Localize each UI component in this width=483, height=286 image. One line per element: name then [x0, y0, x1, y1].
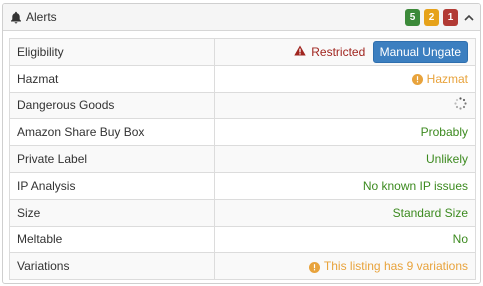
badge-green: 5 — [405, 9, 420, 26]
row-value: No known IP issues — [214, 171, 476, 200]
table-row: Amazon Share Buy Box Probably — [9, 118, 476, 147]
table-row: Eligibility Restricted Manual Ungate — [9, 38, 476, 66]
table-row: Variations This listing has 9 variations — [9, 252, 476, 281]
row-label: Dangerous Goods — [9, 91, 215, 120]
table-row: Size Standard Size — [9, 198, 476, 227]
row-value: Hazmat — [426, 71, 468, 86]
table-row: Meltable No — [9, 225, 476, 254]
loading-spinner-icon — [454, 97, 467, 113]
chevron-up-icon[interactable] — [463, 12, 475, 24]
row-value: Standard Size — [214, 198, 476, 227]
row-label: Size — [9, 198, 215, 227]
manual-ungate-button[interactable]: Manual Ungate — [372, 40, 468, 63]
row-value: No — [214, 225, 476, 254]
row-label: Hazmat — [9, 64, 215, 93]
row-label: Private Label — [9, 145, 215, 173]
table-row: Hazmat Hazmat — [9, 64, 476, 93]
table-row: Private Label Unlikely — [9, 145, 476, 173]
row-value: Unlikely — [214, 145, 476, 173]
bell-icon — [9, 10, 23, 24]
info-circle-icon — [308, 261, 320, 273]
alerts-table: Eligibility Restricted Manual Ungate Haz… — [9, 38, 476, 281]
warning-icon — [294, 45, 306, 59]
row-label: Eligibility — [9, 38, 215, 66]
row-label: IP Analysis — [9, 171, 215, 200]
row-label: Variations — [9, 252, 215, 281]
badge-red: 1 — [443, 9, 458, 26]
eligibility-status: Restricted — [311, 44, 366, 59]
row-value: This listing has 9 variations — [323, 259, 468, 274]
badge-orange: 2 — [424, 9, 439, 26]
info-circle-icon — [411, 74, 423, 86]
alerts-panel: Alerts 5 2 1 Eligibility Restricted Manu… — [2, 3, 481, 284]
table-row: IP Analysis No known IP issues — [9, 171, 476, 200]
panel-title: Alerts — [26, 10, 57, 24]
alert-badges: 5 2 1 — [405, 9, 475, 26]
row-label: Meltable — [9, 225, 215, 254]
panel-header[interactable]: Alerts 5 2 1 — [3, 4, 480, 31]
table-row: Dangerous Goods — [9, 91, 476, 120]
row-label: Amazon Share Buy Box — [9, 118, 215, 147]
row-value: Probably — [214, 118, 476, 147]
